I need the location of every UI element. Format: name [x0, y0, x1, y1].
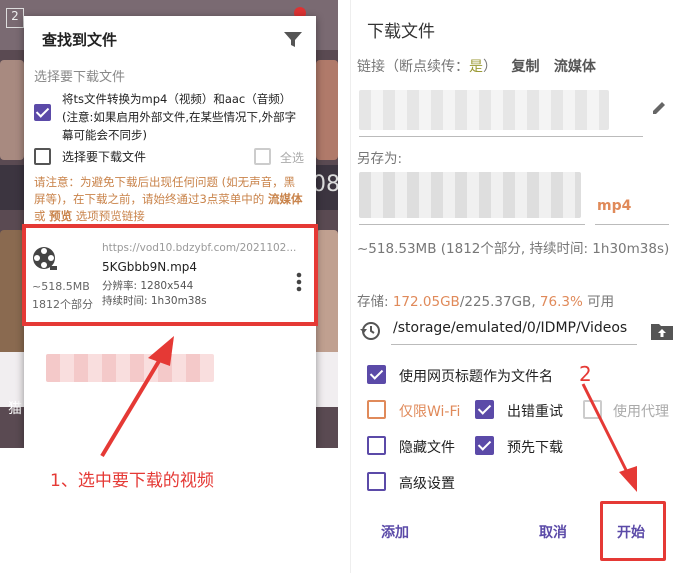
- history-icon[interactable]: [359, 320, 381, 342]
- wifi-only-checkbox[interactable]: [367, 400, 386, 419]
- use-title-label: 使用网页标题作为文件名: [399, 369, 553, 385]
- storage-suffix: 可用: [582, 294, 615, 310]
- link-input-blurred[interactable]: [359, 90, 609, 130]
- dialog-title: 下载文件: [367, 22, 435, 42]
- extension-input[interactable]: mp4: [597, 198, 631, 214]
- link-close: ）: [483, 59, 497, 75]
- extension-underline: [595, 224, 669, 225]
- path-underline: [391, 344, 637, 345]
- warning-link-stream[interactable]: 流媒体: [268, 192, 303, 206]
- link-label: 链接（断点续传：: [357, 59, 469, 75]
- background-tile: [316, 60, 338, 160]
- warning-text: 请注意：为避免下载后出现任何问题 (如无声音，黑屏等)，在下载之前，请始终通过3…: [34, 174, 306, 225]
- section-label: 选择要下载文件: [34, 70, 126, 85]
- save-as-label: 另存为:: [357, 151, 403, 167]
- storage-free: 172.05GB: [392, 294, 460, 310]
- warning-link-preview[interactable]: 预览: [49, 209, 72, 223]
- folder-upload-icon[interactable]: [651, 322, 673, 340]
- storage-total: /225.37GB,: [459, 294, 540, 310]
- annotation-arrow: [100, 336, 174, 458]
- select-all-checkbox[interactable]: [254, 148, 271, 165]
- use-title-checkbox[interactable]: [367, 365, 386, 384]
- background-caption: 猫: [8, 401, 22, 417]
- advanced-label: 高级设置: [399, 476, 455, 492]
- pre-download-label: 预先下载: [507, 440, 563, 456]
- storage-percent: 76.3%: [539, 294, 583, 310]
- link-row: 链接（断点续传：是） 复制 流媒体: [357, 56, 596, 76]
- filename-input-blurred[interactable]: [359, 172, 581, 218]
- annotation-step-1: 1、选中要下载的视频: [50, 471, 214, 491]
- download-file-dialog: 下载文件 链接（断点续传：是） 复制 流媒体 另存为: mp4 ~518.53M…: [350, 0, 690, 573]
- select-all-label: 全选: [280, 151, 305, 165]
- retry-checkbox[interactable]: [475, 400, 494, 419]
- convert-option-label: 将ts文件转换为mp4（视频）和aac（音频）(注意:如果启用外部文件,在某些情…: [62, 92, 297, 142]
- storage-label: 存储:: [357, 294, 393, 310]
- highlight-box: [22, 224, 318, 326]
- link-resume-value: 是: [469, 59, 483, 75]
- status-badge: 2: [6, 8, 24, 28]
- select-file-label: 选择要下载文件: [62, 150, 147, 164]
- start-highlight-box: [600, 501, 666, 561]
- background-tile: [0, 60, 24, 160]
- convert-checkbox[interactable]: [34, 104, 51, 121]
- hide-file-label: 隐藏文件: [399, 440, 455, 456]
- storage-info: 存储: 172.05GB/225.37GB, 76.3% 可用: [357, 290, 614, 310]
- edit-icon[interactable]: [651, 100, 667, 116]
- hide-file-checkbox[interactable]: [367, 436, 386, 455]
- path-input[interactable]: /storage/emulated/0/IDMP/Videos: [393, 320, 627, 336]
- wifi-only-label: 仅限Wi-Fi: [399, 404, 461, 420]
- annotation-arrow-2: [581, 383, 637, 492]
- filter-icon[interactable]: [284, 32, 302, 48]
- warning-suffix: 选项预览链接: [72, 209, 145, 223]
- advanced-checkbox[interactable]: [367, 472, 386, 491]
- warning-prefix: 请注意：为避免下载后出现任何问题 (如无声音，黑屏等)，在下载之前，请始终通过3…: [34, 175, 296, 206]
- warning-or: 或: [34, 209, 50, 223]
- add-button[interactable]: 添加: [381, 522, 409, 542]
- filename-underline: [359, 224, 585, 225]
- retry-label: 出错重试: [507, 404, 563, 420]
- cancel-button[interactable]: 取消: [539, 522, 567, 542]
- stream-button[interactable]: 流媒体: [554, 59, 596, 75]
- size-info: ~518.53MB (1812个部分, 持续时间: 1h30m38s): [357, 241, 670, 257]
- dialog-title: 查找到文件: [42, 31, 118, 49]
- copy-button[interactable]: 复制: [511, 59, 539, 75]
- pre-download-checkbox[interactable]: [475, 436, 494, 455]
- select-file-checkbox[interactable]: [34, 148, 51, 165]
- link-underline: [359, 136, 643, 137]
